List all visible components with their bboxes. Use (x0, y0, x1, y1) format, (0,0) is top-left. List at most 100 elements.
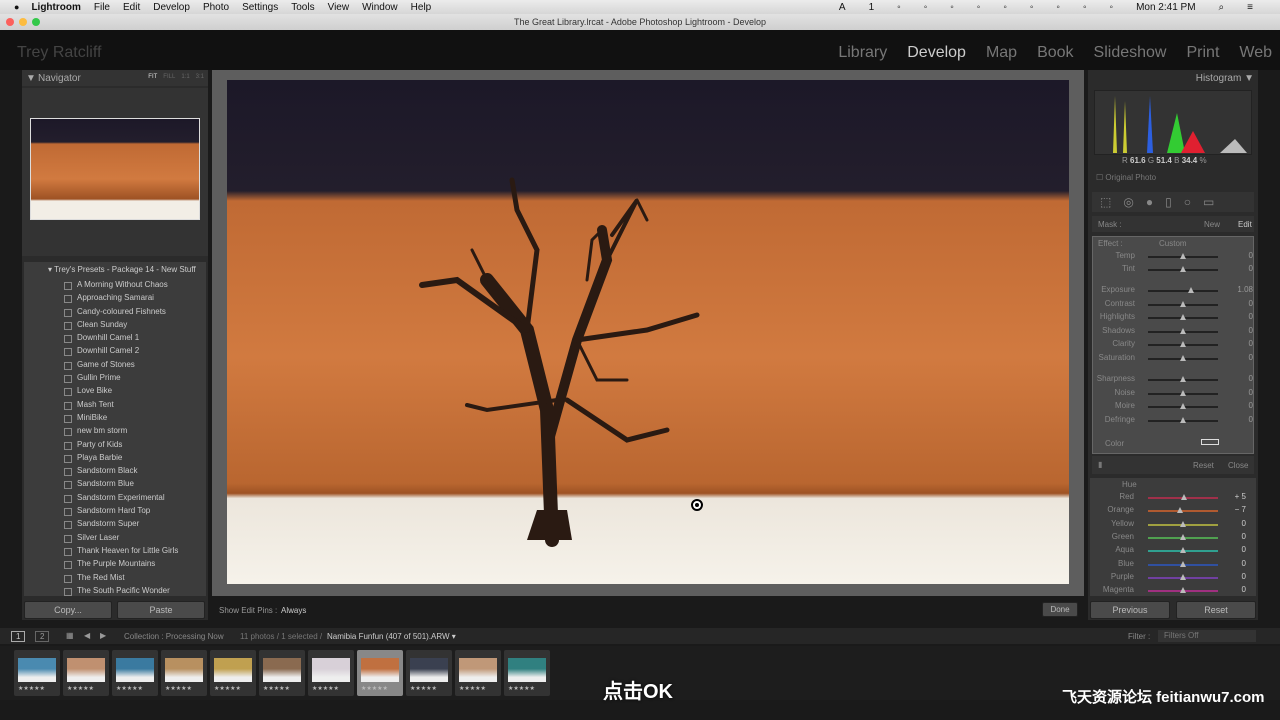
sync-icon[interactable]: ◦ (924, 2, 928, 13)
previous-button[interactable]: Previous (1090, 601, 1170, 619)
cloud-icon[interactable]: ◦ (950, 2, 954, 13)
star-rating[interactable]: ★★★★★ (116, 685, 143, 692)
mask-reset[interactable]: Reset (1193, 461, 1214, 470)
mask-edit[interactable]: Edit (1238, 220, 1252, 229)
back-arrow-icon[interactable]: ◀ (84, 631, 90, 640)
hue-blue[interactable]: Blue 0 (1090, 559, 1246, 571)
slider-track[interactable] (1148, 403, 1218, 409)
original-photo-checkbox[interactable]: ☐ Original Photo (1096, 173, 1156, 182)
slider-thumb[interactable] (1180, 301, 1186, 307)
hue-aqua[interactable]: Aqua 0 (1090, 545, 1246, 557)
preset-item[interactable]: Downhill Camel 2 (24, 344, 206, 357)
menu-edit[interactable]: Edit (123, 2, 140, 13)
filmstrip-thumbnail[interactable]: ★★★★★ (406, 650, 452, 696)
menu-photo[interactable]: Photo (203, 2, 229, 13)
menu-settings[interactable]: Settings (242, 2, 278, 13)
slider-contrast[interactable]: Contrast 0 (1093, 299, 1253, 311)
preset-item[interactable]: The Purple Mountains (24, 557, 206, 570)
slider-track[interactable] (1148, 266, 1218, 272)
filmstrip-thumbnail[interactable]: ★★★★★ (504, 650, 550, 696)
slider-moire[interactable]: Moire 0 (1093, 401, 1253, 413)
slider-thumb[interactable] (1180, 403, 1186, 409)
slider-track[interactable] (1148, 587, 1218, 594)
slider-thumb[interactable] (1180, 328, 1186, 334)
close-button[interactable] (6, 18, 14, 26)
time-machine-icon[interactable]: ◦ (1056, 2, 1060, 13)
star-rating[interactable]: ★★★★★ (165, 685, 192, 692)
star-rating[interactable]: ★★★★★ (459, 685, 486, 692)
slider-thumb[interactable] (1180, 587, 1186, 594)
hue-yellow[interactable]: Yellow 0 (1090, 519, 1246, 531)
mask-close[interactable]: Close (1228, 461, 1248, 470)
hue-red[interactable]: Red + 5 (1090, 492, 1246, 504)
preset-item[interactable]: Playa Barbie (24, 451, 206, 464)
spot-removal-icon[interactable]: ◎ (1123, 195, 1133, 209)
slider-track[interactable] (1148, 355, 1218, 361)
slider-thumb[interactable] (1181, 494, 1188, 500)
effect-select[interactable]: Custom (1159, 239, 1187, 248)
mask-new[interactable]: New (1204, 220, 1220, 229)
preset-item[interactable]: Gullin Prime (24, 371, 206, 384)
filmstrip-thumbnail[interactable]: ★★★★★ (308, 650, 354, 696)
airplay-icon[interactable]: ◦ (1003, 2, 1007, 13)
apple-menu-icon[interactable]: ● (14, 2, 19, 12)
copy-button[interactable]: Copy... (24, 601, 112, 619)
preset-item[interactable]: Silver Laser (24, 531, 206, 544)
zoom-3-1[interactable]: 3:1 (196, 74, 204, 80)
slider-defringe[interactable]: Defringe 0 (1093, 415, 1253, 427)
module-map[interactable]: Map (986, 44, 1017, 62)
star-rating[interactable]: ★★★★★ (508, 685, 535, 692)
main-window-button[interactable]: 1 (11, 631, 26, 642)
menu-view[interactable]: View (328, 2, 350, 13)
filmstrip-thumbnail[interactable]: ★★★★★ (63, 650, 109, 696)
filmstrip-thumbnail[interactable]: ★★★★★ (455, 650, 501, 696)
slider-thumb[interactable] (1180, 390, 1186, 396)
slider-thumb[interactable] (1180, 573, 1186, 580)
preset-item[interactable]: Love Bike (24, 384, 206, 397)
spotlight-icon[interactable]: ⌕ (1219, 2, 1225, 13)
filmstrip-thumbnail[interactable]: ★★★★★ (210, 650, 256, 696)
camera-icon[interactable]: ◦ (897, 2, 901, 13)
radial-filter-icon[interactable]: ○ (1184, 195, 1191, 209)
slider-thumb[interactable] (1180, 376, 1186, 382)
preset-item[interactable]: MiniBike (24, 411, 206, 424)
preset-item[interactable]: Sandstorm Blue (24, 477, 206, 490)
slider-track[interactable] (1148, 533, 1218, 540)
zoom-fit[interactable]: FIT (148, 74, 157, 80)
slider-exposure[interactable]: Exposure 1.08 (1093, 285, 1253, 297)
filmstrip-thumbnail[interactable]: ★★★★★ (357, 650, 403, 696)
paste-button[interactable]: Paste (117, 601, 205, 619)
filter-select[interactable]: Filters Off (1158, 630, 1256, 642)
volume-icon[interactable]: ◦ (1030, 2, 1034, 13)
filmstrip-thumbnail[interactable]: ★★★★★ (161, 650, 207, 696)
menu-file[interactable]: File (94, 2, 110, 13)
navigator-header[interactable]: ▼ Navigator FIT FILL 1:1 3:1 (22, 70, 208, 86)
hue-magenta[interactable]: Magenta 0 (1090, 585, 1246, 597)
clock[interactable]: Mon 2:41 PM (1136, 2, 1195, 13)
slider-sharpness[interactable]: Sharpness 0 (1093, 374, 1253, 386)
module-develop[interactable]: Develop (907, 44, 966, 62)
graduated-filter-icon[interactable]: ▯ (1165, 195, 1172, 209)
slider-track[interactable] (1148, 520, 1218, 527)
second-window-button[interactable]: 2 (35, 631, 50, 642)
preset-item[interactable]: Mash Tent (24, 398, 206, 411)
zoom-fill[interactable]: FILL (163, 74, 175, 80)
preset-item[interactable]: Sandstorm Black (24, 464, 206, 477)
slider-clarity[interactable]: Clarity 0 (1093, 339, 1253, 351)
notification-icon[interactable]: ◦ (977, 2, 981, 13)
zoom-button[interactable] (32, 18, 40, 26)
slider-thumb[interactable] (1180, 341, 1186, 347)
red-eye-icon[interactable]: ● (1146, 195, 1153, 209)
notification-center-icon[interactable]: ≡ (1247, 2, 1253, 13)
wifi-icon[interactable]: ◦ (1110, 2, 1114, 13)
minimize-button[interactable] (19, 18, 27, 26)
slider-track[interactable] (1148, 301, 1218, 307)
slider-track[interactable] (1148, 328, 1218, 334)
slider-noise[interactable]: Noise 0 (1093, 388, 1253, 400)
reset-button[interactable]: Reset (1176, 601, 1256, 619)
slider-track[interactable] (1148, 390, 1218, 396)
slider-track[interactable] (1148, 287, 1218, 293)
preset-item[interactable]: Sandstorm Super (24, 517, 206, 530)
slider-thumb[interactable] (1180, 355, 1186, 361)
slider-track[interactable] (1148, 547, 1218, 554)
